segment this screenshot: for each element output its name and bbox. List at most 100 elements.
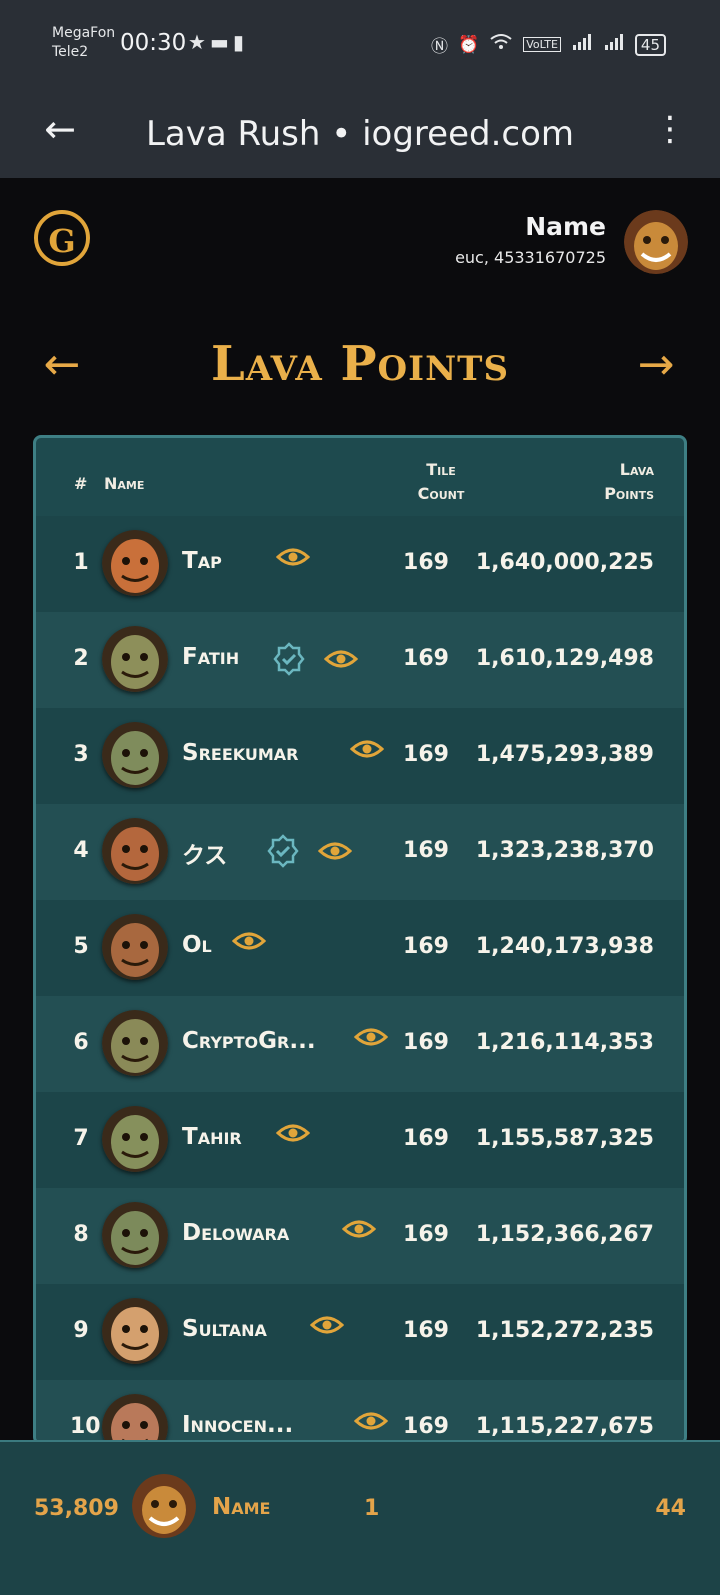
player-avatar[interactable] [102,914,168,980]
row-badges [266,834,353,872]
points-header-line2: Points [604,484,654,503]
table-row[interactable]: 10 Innocen... 169 1,115,227,675 [36,1380,684,1442]
table-row[interactable]: 6 CryptoGr... 169 1,216,114,353 [36,996,684,1092]
app-logo[interactable]: G [34,210,90,266]
player-avatar[interactable] [102,530,168,596]
table-row[interactable]: 9 Sultana 169 1,152,272,235 [36,1284,684,1380]
row-badges [353,1410,389,1436]
row-rank: 3 [73,742,89,767]
player-avatar[interactable] [102,626,168,692]
eye-icon[interactable] [353,1410,389,1436]
table-row[interactable]: 5 Ol 169 1,240,173,938 [36,900,684,996]
table-row[interactable]: 8 Delowara 169 1,152,366,267 [36,1188,684,1284]
eye-icon[interactable] [231,930,267,956]
player-avatar[interactable] [102,1010,168,1076]
player-name[interactable]: CryptoGr... [182,1028,316,1054]
player-name[interactable]: クス [182,836,227,870]
tile-header-line2: Count [417,484,465,503]
carrier-2: Tele2 [52,44,89,60]
tile-count: 169 [403,742,449,767]
eye-icon[interactable] [323,648,359,674]
message-icon: ▬ [209,30,233,54]
carrier-1: MegaFon [52,25,116,41]
carrier-names: MegaFon Tele2 [52,24,115,62]
tile-count: 169 [403,838,449,863]
column-header-lava-points: Lava Points [604,458,654,506]
tile-count: 169 [403,550,449,575]
next-arrow-icon[interactable]: → [630,340,682,392]
signal-icon-1 [571,33,593,56]
player-name[interactable]: Ol [182,932,212,958]
row-badges [272,642,359,680]
table-row[interactable]: 3 Sreekumar 169 1,475,293,389 [36,708,684,804]
table-row[interactable]: 1 Tap 169 1,640,000,225 [36,516,684,612]
user-avatar[interactable] [624,210,688,274]
row-badges [341,1218,377,1244]
player-avatar[interactable] [102,1298,168,1364]
table-row[interactable]: 2 Fatih 169 1,610,129,498 [36,612,684,708]
lava-points: 1,216,114,353 [475,1030,654,1055]
player-name[interactable]: Sultana [182,1316,267,1342]
signal-icon-2 [603,33,625,56]
eye-icon[interactable] [275,546,311,572]
eye-icon[interactable] [275,1122,311,1148]
table-row[interactable]: 4 クス 169 1,323,238,370 [36,804,684,900]
player-avatar[interactable] [102,722,168,788]
column-header-name: Name [104,474,145,493]
row-rank: 7 [73,1126,89,1151]
user-name: Name [525,212,606,241]
tile-count: 169 [403,646,449,671]
user-id: euc, 45331670725 [455,248,606,267]
points-header-line1: Lava [619,460,654,479]
alarm-icon: ⏰ [458,34,480,55]
player-name[interactable]: Innocen... [182,1412,293,1438]
row-badges [231,930,267,956]
battery-icon: 45 [634,33,666,56]
notification-icons: ★▬▮ [188,30,248,54]
lava-points: 1,610,129,498 [475,646,654,671]
eye-icon[interactable] [353,1026,389,1052]
volte-icon: VoLTE [523,37,561,52]
player-name[interactable]: Sreekumar [182,740,298,766]
player-name[interactable]: Tap [182,548,222,574]
row-rank: 9 [73,1318,89,1343]
player-name[interactable]: Delowara [182,1220,289,1246]
table-header: # Name Tile Count Lava Points [36,438,684,516]
lava-points: 1,475,293,389 [475,742,654,767]
row-badges [275,546,311,572]
eye-icon[interactable] [309,1314,345,1340]
player-name[interactable]: Fatih [182,644,239,670]
player-avatar[interactable] [102,818,168,884]
lava-points: 1,115,227,675 [475,1414,654,1439]
browser-toolbar: ← Lava Rush • iogreed.com ⋮ [0,88,720,178]
lava-points: 1,152,272,235 [475,1318,654,1343]
verified-badge-icon [272,642,306,680]
my-rank-footer: 53,809 Name 1 44 [0,1440,720,1595]
tile-count: 169 [403,1222,449,1247]
eye-icon[interactable] [317,840,353,866]
row-rank: 4 [73,838,89,863]
system-icons: Ⓝ ⏰ VoLTE 45 [431,32,666,57]
verified-badge-icon [266,834,300,872]
player-name[interactable]: Tahir [182,1124,242,1150]
tile-count: 169 [403,1414,449,1439]
footer-score: 53,809 [34,1496,119,1521]
eye-icon[interactable] [341,1218,377,1244]
eye-icon[interactable] [349,738,385,764]
tile-count: 169 [403,1126,449,1151]
row-badges [275,1122,311,1148]
wifi-icon [489,33,513,56]
sim-icon: ▮ [232,30,248,54]
row-rank: 2 [73,646,89,671]
player-avatar[interactable] [102,1394,168,1442]
lava-points: 1,640,000,225 [475,550,654,575]
lava-points: 1,240,173,938 [475,934,654,959]
footer-avatar [132,1474,196,1538]
more-menu-icon[interactable]: ⋮ [650,106,690,156]
player-avatar[interactable] [102,1106,168,1172]
table-row[interactable]: 7 Tahir 169 1,155,587,325 [36,1092,684,1188]
column-header-tile-count: Tile Count [396,458,486,506]
leaderboard-table: # Name Tile Count Lava Points 1 Tap 169 … [33,435,687,1445]
player-avatar[interactable] [102,1202,168,1268]
status-bar: MegaFon Tele2 00:30 ★▬▮ Ⓝ ⏰ VoLTE 45 [0,0,720,88]
